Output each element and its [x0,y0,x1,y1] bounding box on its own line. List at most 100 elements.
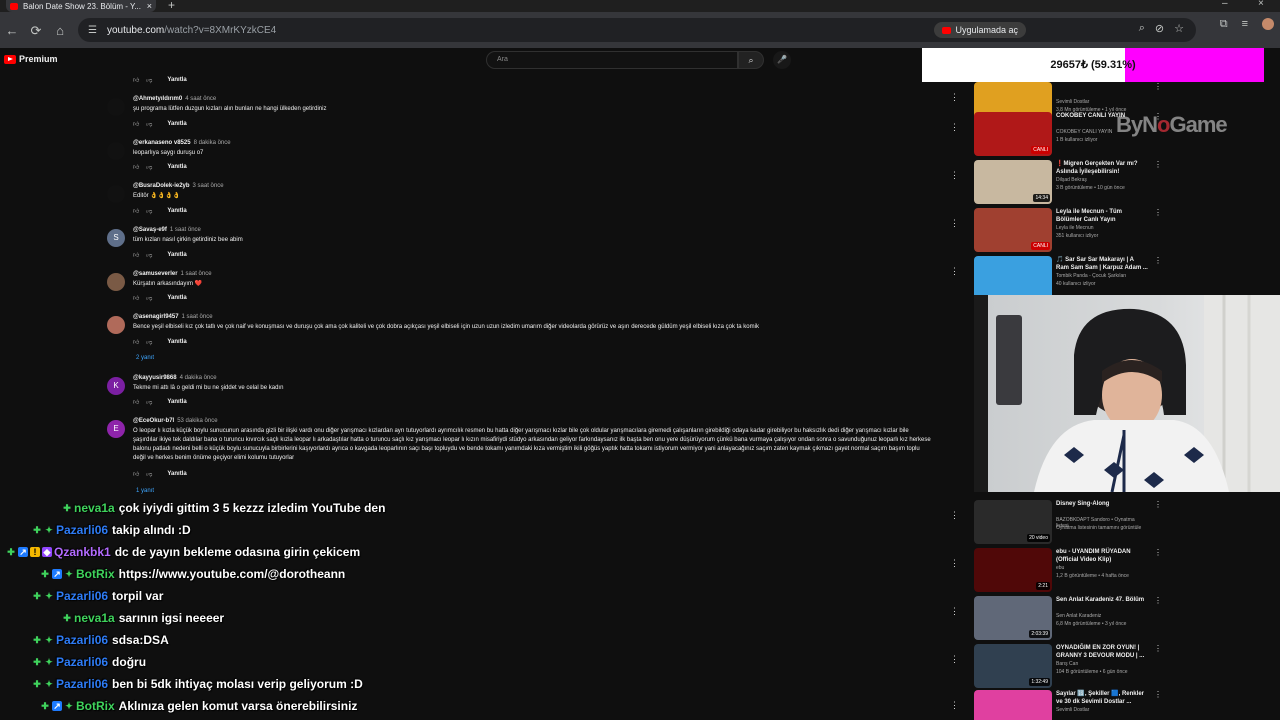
comment-avatar[interactable] [107,142,125,160]
reply-button[interactable]: Yanıtla [167,339,186,345]
home-icon[interactable]: ⌂ [48,23,72,38]
recommendation-item[interactable]: ⋮ 2:03:39 Sen Anlat Karadeniz 47. Bölüm Sen… [950,596,1280,640]
recommendation-item[interactable]: ⋮ 20 video Disney Sing-Along BAZOBKDAPT San… [950,500,1280,544]
comment-avatar[interactable] [107,273,125,291]
more-options-icon[interactable]: ⋮ [1154,256,1162,265]
row-menu-icon[interactable]: ⋮ [950,558,959,569]
chat-username[interactable]: BotRix [76,699,115,713]
channel-name[interactable]: Dilşad Bekraş [1056,177,1148,183]
comment-author[interactable]: @Ahmetyıldırım0 [133,96,182,102]
video-title[interactable]: Sen Anlat Karadeniz 47. Bölüm [1056,596,1148,604]
recommendation-item[interactable]: ⋮ CANLI COKOBEY CANLI YAYIN COKOBEY CANLI Y… [950,112,1280,156]
video-title[interactable]: Disney Sing-Along [1056,500,1148,508]
comment-avatar[interactable]: K [107,377,125,395]
window-close-icon[interactable]: × [1258,0,1264,9]
profile-avatar[interactable] [1262,18,1274,30]
recommendation-item[interactable]: ⋮ 🎵 Sar Sar Sar Makarayı | A Ram Sam Sam … [950,256,1280,300]
like-icon[interactable]: 👍︎ [133,470,139,478]
more-options-icon[interactable]: ⋮ [1154,208,1162,217]
more-options-icon[interactable]: ⋮ [1154,596,1162,605]
chat-username[interactable]: Pazarli06 [56,523,108,537]
video-thumbnail[interactable]: 1:32:49 [974,644,1052,688]
row-menu-icon[interactable]: ⋮ [950,700,959,711]
address-bar[interactable]: ☰ youtube.com/watch?v=8XMrKYzkCE4 Uygula… [78,18,1196,42]
video-title[interactable]: 🎵 Sar Sar Sar Makarayı | A Ram Sam Sam |… [1056,256,1148,272]
chat-username[interactable]: Pazarli06 [56,677,108,691]
chat-username[interactable]: Pazarli06 [56,655,108,669]
video-thumbnail[interactable]: 20 video [974,500,1052,544]
more-options-icon[interactable]: ⋮ [1154,160,1162,169]
comment-time[interactable]: 4 saat önce [185,96,216,102]
recommendation-item[interactable]: ⋮ 2:21 ebu - UYANDIM RÜYADAN (Official Vid… [950,548,1280,592]
comment-avatar[interactable]: S [107,229,125,247]
more-options-icon[interactable]: ⋮ [1154,500,1162,509]
dislike-icon[interactable]: 👎︎ [146,338,152,346]
row-menu-icon[interactable]: ⋮ [950,606,959,617]
video-thumbnail[interactable]: 2:03:39 [974,596,1052,640]
reply-button[interactable]: Yanıtla [167,252,186,258]
minimize-icon[interactable]: – [1222,0,1228,9]
address-url[interactable]: youtube.com/watch?v=8XMrKYzkCE4 [107,25,276,36]
video-title[interactable]: Sayılar 🔢, Şekiller 🟦, Renkler ve 30 dk … [1056,690,1148,706]
more-options-icon[interactable]: ⋮ [1154,548,1162,557]
close-tab-icon[interactable]: × [147,1,152,11]
site-info-icon[interactable]: ☰ [88,25,97,36]
channel-name[interactable]: Leyla ile Mecnun [1056,225,1148,231]
channel-name[interactable]: Sen Anlat Karadeniz [1056,613,1148,619]
channel-name[interactable]: Tombik Panda - Çocuk Şarkıları [1056,273,1148,279]
video-title[interactable]: ❗Migren Gerçekten Var mı? Aslında İyileş… [1056,160,1148,176]
show-replies-button[interactable]: 2 yanıt [136,355,154,361]
dislike-icon[interactable]: 👎︎ [146,470,152,478]
video-thumbnail[interactable]: CANLI [974,208,1052,252]
video-thumbnail[interactable] [974,256,1052,300]
comment-time[interactable]: 1 saat önce [181,271,212,277]
reply-button[interactable]: Yanıtla [167,121,186,127]
more-options-icon[interactable]: ⋮ [1154,82,1162,91]
video-thumbnail[interactable]: CANLI [974,112,1052,156]
comment-author[interactable]: @EceOkur-b7l [133,418,174,424]
chat-username[interactable]: neva1a [74,501,115,515]
reload-icon[interactable]: ⟳ [24,23,48,39]
comment-time[interactable]: 1 saat önce [170,227,201,233]
comment-author[interactable]: @BusraDolek-ie2yb [133,183,190,189]
channel-name[interactable]: Sevimli Dostlar [1056,707,1148,713]
video-title[interactable]: ebu - UYANDIM RÜYADAN (Official Video Kl… [1056,548,1148,564]
like-icon[interactable]: 👍︎ [133,338,139,346]
menu-lines-icon[interactable]: ≡ [1242,18,1248,31]
like-icon[interactable]: 👍︎ [133,120,139,128]
like-icon[interactable]: 👍︎ [133,207,139,215]
video-thumbnail[interactable]: 2:21 [974,548,1052,592]
dislike-icon[interactable]: 👎︎ [146,120,152,128]
video-thumbnail[interactable] [974,690,1052,720]
row-menu-icon[interactable]: ⋮ [950,92,959,103]
comment-time[interactable]: 8 dakika önce [194,140,231,146]
chat-username[interactable]: BotRix [76,567,115,581]
comment-author[interactable]: @asenagirl9457 [133,314,179,320]
like-icon[interactable]: 👍︎ [133,398,139,406]
dislike-icon[interactable]: 👎︎ [146,294,152,302]
comment-time[interactable]: 53 dakika önce [177,418,217,424]
like-icon[interactable]: 👍︎ [133,163,139,171]
reply-button[interactable]: Yanıtla [167,77,186,83]
dislike-icon[interactable]: 👎︎ [146,251,152,259]
row-menu-icon[interactable]: ⋮ [950,122,959,133]
comment-avatar[interactable]: E [107,420,125,438]
more-options-icon[interactable]: ⋮ [1154,644,1162,653]
comment-time[interactable]: 3 saat önce [193,183,224,189]
channel-name[interactable]: ebu [1056,565,1148,571]
row-menu-icon[interactable]: ⋮ [950,218,959,229]
dislike-icon[interactable]: 👎︎ [146,207,152,215]
comment-author[interactable]: @kayyusir9868 [133,375,177,381]
comment-avatar[interactable] [107,316,125,334]
reply-button[interactable]: Yanıtla [167,399,186,405]
chat-username[interactable]: Pazarli06 [56,589,108,603]
comment-author[interactable]: @Savaş-e9f [133,227,167,233]
open-in-app-button[interactable]: Uygulamada aç [934,22,1026,38]
recommendation-item[interactable]: ⋮ 14:34 ❗Migren Gerçekten Var mı? Aslında … [950,160,1280,204]
dislike-icon[interactable]: 👎︎ [146,398,152,406]
zoom-icon[interactable]: ⌕ [1139,22,1145,35]
search-input[interactable]: Ara [486,51,738,69]
video-title[interactable]: OYNADIĞIM EN ZOR OYUN! | GRANNY 3 DEVOUR… [1056,644,1148,660]
dislike-icon[interactable]: 👎︎ [146,163,152,171]
like-icon[interactable]: 👍︎ [133,76,139,84]
